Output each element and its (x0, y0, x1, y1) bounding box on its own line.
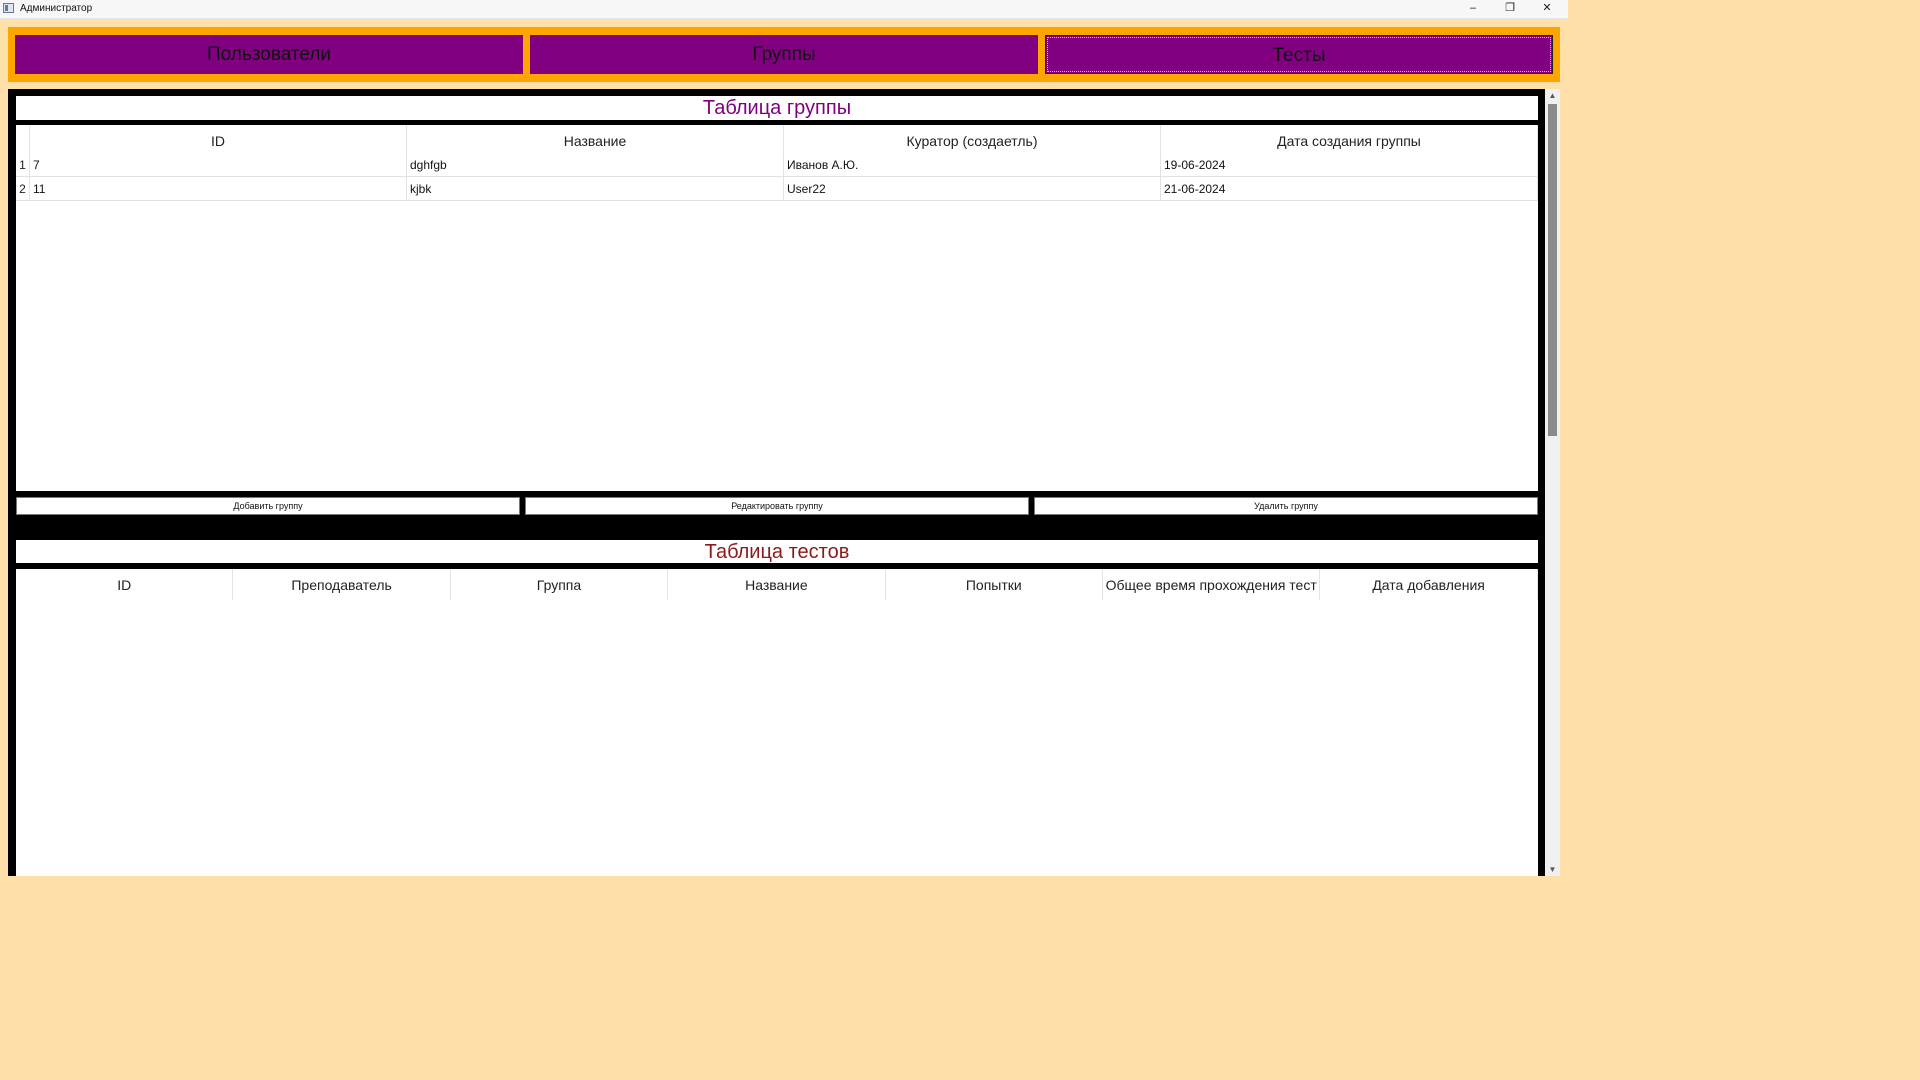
column-header-date-added[interactable]: Дата добавления (1320, 569, 1538, 600)
add-group-button[interactable]: Добавить группу (16, 497, 520, 515)
scroll-up-arrow-icon[interactable]: ▲ (1545, 89, 1560, 102)
column-header-id[interactable]: ID (30, 125, 407, 156)
column-header-teacher[interactable]: Преподаватель (233, 569, 451, 600)
navigation-bar: Пользователи Группы Тесты (8, 27, 1560, 82)
close-button[interactable]: ✕ (1529, 0, 1565, 18)
title-bar: Администратор – ❐ ✕ (0, 0, 1568, 19)
row-header-corner (16, 125, 30, 156)
window-title: Администратор (20, 3, 93, 14)
scrollbar-thumb[interactable] (1548, 104, 1557, 436)
column-header-id[interactable]: ID (16, 569, 234, 600)
column-header-created-date[interactable]: Дата создания группы (1161, 125, 1538, 156)
tests-table[interactable]: ID Преподаватель Группа Название Попытки… (16, 569, 1538, 876)
main-content: Таблица группы ID Название Куратор (созд… (8, 89, 1560, 876)
edit-group-button[interactable]: Редактировать группу (525, 497, 1029, 515)
cell-date[interactable]: 21-06-2024 (1161, 177, 1538, 201)
nav-groups-button[interactable]: Группы (530, 35, 1038, 74)
nav-users-button[interactable]: Пользователи (15, 35, 523, 74)
column-header-total-time[interactable]: Общее время прохождения тест (1103, 569, 1321, 600)
nav-tests-button[interactable]: Тесты (1045, 35, 1553, 74)
cell-name[interactable]: kjbk (407, 177, 784, 201)
column-header-attempts[interactable]: Попытки (886, 569, 1103, 600)
table-row[interactable]: 2 11 kjbk User22 21-06-2024 (16, 177, 1538, 201)
groups-table-title: Таблица группы (16, 96, 1538, 120)
column-header-name[interactable]: Название (407, 125, 784, 156)
delete-group-button[interactable]: Удалить группу (1034, 497, 1538, 515)
column-header-curator[interactable]: Куратор (создаетль) (784, 125, 1161, 156)
minimize-button[interactable]: – (1455, 0, 1491, 18)
row-number[interactable]: 2 (16, 177, 30, 201)
table-row[interactable]: 1 7 dghfgb Иванов А.Ю. 19-06-2024 (16, 153, 1538, 177)
column-header-name[interactable]: Название (668, 569, 886, 600)
cell-curator[interactable]: Иванов А.Ю. (784, 153, 1161, 177)
cell-id[interactable]: 7 (30, 153, 407, 177)
row-number[interactable]: 1 (16, 153, 30, 177)
vertical-scrollbar[interactable]: ▲ ▼ (1545, 89, 1560, 876)
groups-table[interactable]: ID Название Куратор (создаетль) Дата соз… (16, 125, 1538, 491)
restore-button[interactable]: ❐ (1492, 0, 1528, 18)
cell-name[interactable]: dghfgb (407, 153, 784, 177)
app-window-icon (3, 3, 14, 13)
column-header-group[interactable]: Группа (451, 569, 669, 600)
tests-table-title: Таблица тестов (16, 540, 1538, 563)
cell-curator[interactable]: User22 (784, 177, 1161, 201)
cell-date[interactable]: 19-06-2024 (1161, 153, 1538, 177)
scroll-down-arrow-icon[interactable]: ▼ (1545, 863, 1560, 876)
cell-id[interactable]: 11 (30, 177, 407, 201)
